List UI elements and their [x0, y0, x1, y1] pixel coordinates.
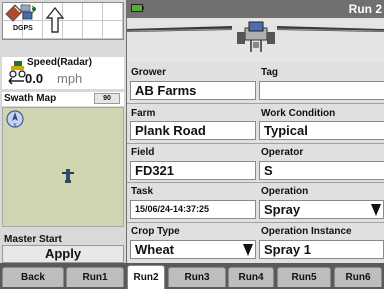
- run-title: Run 2: [348, 2, 382, 16]
- battery-icon: [131, 4, 144, 12]
- divider: [127, 143, 384, 144]
- operator-field[interactable]: S: [259, 161, 384, 180]
- tab-run5[interactable]: Run5: [277, 267, 331, 287]
- operator-label: Operator: [261, 147, 304, 158]
- divider: [127, 103, 384, 104]
- tractor-icon: [8, 61, 26, 85]
- run-details-form: Grower Tag AB Farms Farm Work Condition …: [127, 62, 384, 263]
- task-label: Task: [131, 186, 154, 197]
- dropdown-arrow-icon: [243, 244, 253, 256]
- tab-run6[interactable]: Run6: [334, 267, 382, 287]
- dgps-label: DGPS: [13, 25, 33, 32]
- run-header: Run 2: [127, 0, 384, 62]
- tab-bar: Back Run1 Run2 Run3 Run4 Run5 Run6: [0, 263, 384, 289]
- speed-unit: mph: [57, 71, 83, 86]
- satellite-icon: [5, 4, 36, 22]
- tag-field[interactable]: [259, 81, 384, 100]
- crop-type-value: Wheat: [135, 242, 174, 257]
- compass-icon[interactable]: N: [6, 110, 24, 128]
- svg-text:N: N: [14, 123, 17, 128]
- vehicle-marker-icon: [62, 169, 74, 183]
- farm-label: Farm: [131, 108, 156, 119]
- farm-field[interactable]: Plank Road: [130, 121, 256, 140]
- crop-type-label: Crop Type: [131, 226, 180, 237]
- tab-run3[interactable]: Run3: [168, 267, 226, 287]
- sprayer-icon: [127, 21, 384, 52]
- back-button[interactable]: Back: [2, 267, 64, 287]
- swath-map-label: Swath Map: [4, 93, 57, 104]
- header-bar: Run 2: [127, 0, 384, 18]
- operation-value: Spray: [264, 202, 301, 217]
- grower-field[interactable]: AB Farms: [130, 81, 256, 100]
- operation-dropdown[interactable]: Spray: [259, 200, 384, 219]
- operation-label: Operation: [261, 186, 309, 197]
- swath-zoom-button[interactable]: 90: [94, 93, 120, 104]
- divider: [127, 222, 384, 223]
- tab-run2[interactable]: Run2: [127, 265, 165, 289]
- tab-run4[interactable]: Run4: [228, 267, 274, 287]
- task-field[interactable]: 15/06/24-14:37:25: [130, 200, 256, 219]
- swath-map-header: Swath Map 90: [2, 92, 124, 106]
- grower-label: Grower: [131, 67, 167, 78]
- speed-label: Speed(Radar): [27, 57, 93, 68]
- swath-map[interactable]: N: [2, 107, 124, 227]
- work-condition-field[interactable]: Typical: [259, 121, 384, 140]
- tag-label: Tag: [261, 67, 279, 78]
- master-start-label: Master Start: [4, 234, 62, 245]
- divider: [127, 182, 384, 183]
- operation-instance-label: Operation Instance: [261, 226, 352, 237]
- tab-run1[interactable]: Run1: [66, 267, 124, 287]
- status-icon-grid: DGPS: [2, 2, 124, 40]
- speed-readout: Speed(Radar) 0.0 mph: [2, 57, 124, 89]
- speed-value: 0.0: [25, 71, 44, 86]
- field-label: Field: [131, 147, 155, 158]
- field-field[interactable]: FD321: [130, 161, 256, 180]
- dropdown-arrow-icon: [371, 204, 381, 216]
- dgps-status[interactable]: DGPS: [3, 3, 44, 39]
- apply-button[interactable]: Apply: [2, 245, 124, 263]
- nav-up-icon[interactable]: [45, 4, 65, 40]
- work-condition-label: Work Condition: [261, 108, 336, 119]
- operation-instance-field[interactable]: Spray 1: [259, 240, 384, 259]
- crop-type-dropdown[interactable]: Wheat: [130, 240, 256, 259]
